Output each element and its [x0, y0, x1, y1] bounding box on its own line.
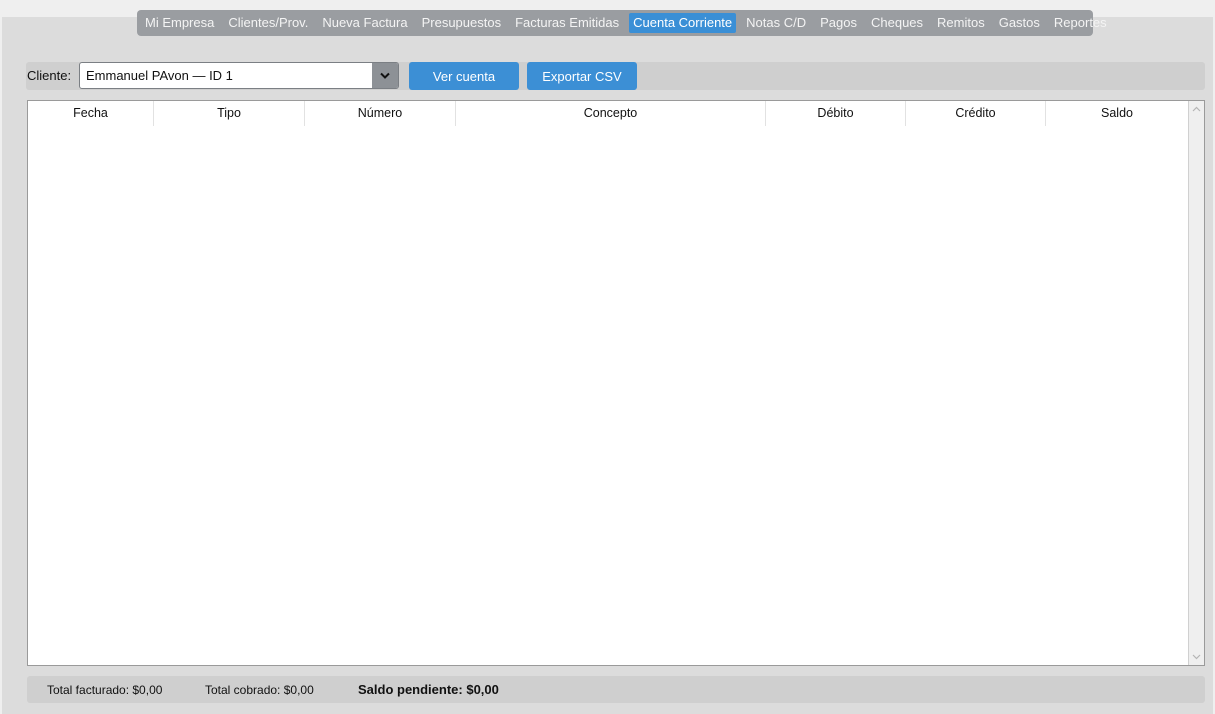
scroll-down-arrow-icon[interactable]: [1192, 654, 1201, 660]
total-facturado: Total facturado: $0,00: [47, 683, 163, 697]
vertical-scrollbar[interactable]: [1188, 101, 1204, 665]
client-select[interactable]: Emmanuel PAvon — ID 1: [79, 62, 399, 89]
tab-presupuestos[interactable]: Presupuestos: [418, 13, 506, 33]
total-cobrado: Total cobrado: $0,00: [205, 683, 314, 697]
tab-facturas-emitidas[interactable]: Facturas Emitidas: [511, 13, 623, 33]
client-select-value: Emmanuel PAvon — ID 1: [86, 68, 233, 83]
export-csv-button[interactable]: Exportar CSV: [527, 62, 637, 90]
view-account-button[interactable]: Ver cuenta: [409, 62, 519, 90]
tab-clientes-prov[interactable]: Clientes/Prov.: [224, 13, 312, 33]
table-header: Fecha Tipo Número Concepto Débito Crédit…: [28, 101, 1188, 126]
account-table[interactable]: Fecha Tipo Número Concepto Débito Crédit…: [27, 100, 1205, 666]
tab-reportes[interactable]: Reportes: [1050, 13, 1111, 33]
column-header-numero[interactable]: Número: [305, 101, 456, 126]
tab-pagos[interactable]: Pagos: [816, 13, 861, 33]
tab-mi-empresa[interactable]: Mi Empresa: [141, 13, 218, 33]
tab-notas-cd[interactable]: Notas C/D: [742, 13, 810, 33]
tab-cuenta-corriente[interactable]: Cuenta Corriente: [629, 13, 737, 33]
main-tab-bar: Mi Empresa Clientes/Prov. Nueva Factura …: [137, 10, 1107, 36]
column-header-fecha[interactable]: Fecha: [28, 101, 154, 126]
tab-nueva-factura[interactable]: Nueva Factura: [318, 13, 411, 33]
column-header-debito[interactable]: Débito: [766, 101, 906, 126]
client-label: Cliente:: [27, 68, 72, 83]
scroll-up-arrow-icon[interactable]: [1192, 106, 1201, 112]
saldo-pendiente: Saldo pendiente: $0,00: [358, 682, 499, 697]
chevron-down-icon[interactable]: [372, 63, 398, 88]
column-header-saldo[interactable]: Saldo: [1046, 101, 1188, 126]
tab-gastos[interactable]: Gastos: [995, 13, 1044, 33]
column-header-credito[interactable]: Crédito: [906, 101, 1046, 126]
tab-cheques[interactable]: Cheques: [867, 13, 927, 33]
totals-bar: Total facturado: $0,00 Total cobrado: $0…: [27, 676, 1205, 703]
tab-remitos[interactable]: Remitos: [933, 13, 989, 33]
column-header-concepto[interactable]: Concepto: [456, 101, 766, 126]
column-header-tipo[interactable]: Tipo: [154, 101, 305, 126]
